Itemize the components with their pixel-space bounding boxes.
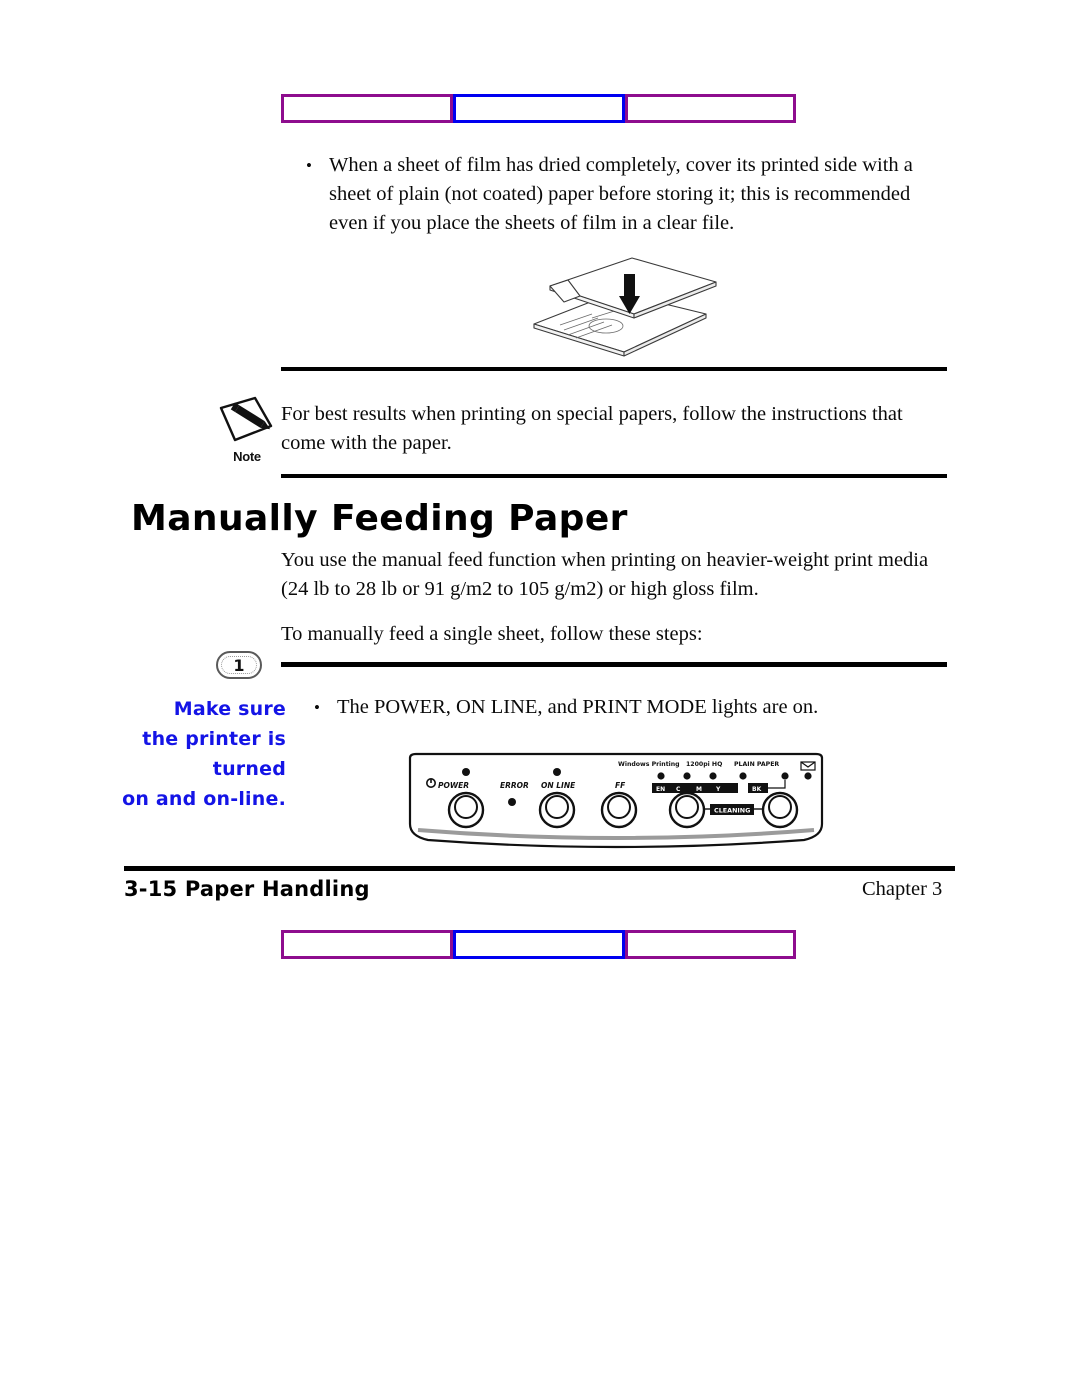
margin-note-line-1: Make sure: [173, 698, 286, 720]
bullet-glyph: •: [306, 156, 312, 175]
svg-text:POWER: POWER: [438, 781, 469, 790]
svg-text:PLAIN PAPER: PLAIN PAPER: [734, 761, 779, 768]
bottom-decorative-bar: [281, 930, 796, 959]
step-number-badge: 1: [216, 651, 262, 679]
deco-segment-left: [281, 94, 453, 123]
page-title: Manually Feeding Paper: [131, 498, 628, 539]
margin-note-line-3: turned: [212, 758, 286, 780]
note-icon: Note: [215, 392, 279, 464]
svg-text:Windows Printing: Windows Printing: [618, 761, 680, 768]
deco-segment-left: [281, 930, 453, 959]
step-number: 1: [233, 655, 245, 675]
svg-text:BK: BK: [752, 786, 762, 793]
svg-text:Y: Y: [715, 786, 721, 793]
note-rule-bottom: [281, 474, 947, 478]
note-text: For best results when printing on specia…: [281, 403, 903, 454]
svg-text:EN: EN: [656, 786, 665, 793]
film-storage-bullet: • When a sheet of film has dried complet…: [306, 151, 946, 238]
step-bullet-text: The POWER, ON LINE, and PRINT MODE light…: [337, 696, 819, 718]
svg-text:1200pi HQ: 1200pi HQ: [686, 761, 722, 768]
footer-rule: [124, 866, 955, 871]
margin-note: Make sure the printer is turned on and o…: [120, 694, 286, 814]
step-rule: [281, 662, 947, 667]
film-storage-figure: [520, 252, 720, 367]
svg-text:C: C: [676, 786, 681, 793]
step-bullet: • The POWER, ON LINE, and PRINT MODE lig…: [314, 693, 934, 722]
deco-segment-right: [625, 94, 796, 123]
svg-text:CLEANING: CLEANING: [714, 807, 750, 815]
film-storage-text: When a sheet of film has dried completel…: [329, 154, 913, 234]
footer-page-label: 3-15 Paper Handling: [124, 877, 370, 901]
svg-text:M: M: [696, 786, 702, 793]
svg-text:ERROR: ERROR: [500, 781, 529, 790]
note-icon-label: Note: [233, 449, 261, 464]
bullet-glyph: •: [314, 698, 320, 717]
svg-text:FF: FF: [615, 781, 626, 790]
deco-segment-middle: [453, 94, 625, 123]
deco-segment-right: [625, 930, 796, 959]
svg-text:ON LINE: ON LINE: [541, 781, 576, 790]
margin-note-line-2: the printer is: [142, 728, 286, 750]
note-rule-top: [281, 367, 947, 371]
intro-paragraph-2: To manually feed a single sheet, follow …: [281, 623, 703, 645]
footer-chapter-label: Chapter 3: [862, 878, 943, 900]
margin-note-line-4: on and on-line.: [122, 788, 286, 810]
control-panel-figure: POWER ERROR ON LINE FF Windows Printing …: [404, 752, 828, 854]
intro-paragraph-1: You use the manual feed function when pr…: [281, 549, 929, 600]
deco-segment-middle: [453, 930, 625, 959]
manual-page: • When a sheet of film has dried complet…: [0, 0, 1080, 1397]
top-decorative-bar: [281, 94, 796, 123]
